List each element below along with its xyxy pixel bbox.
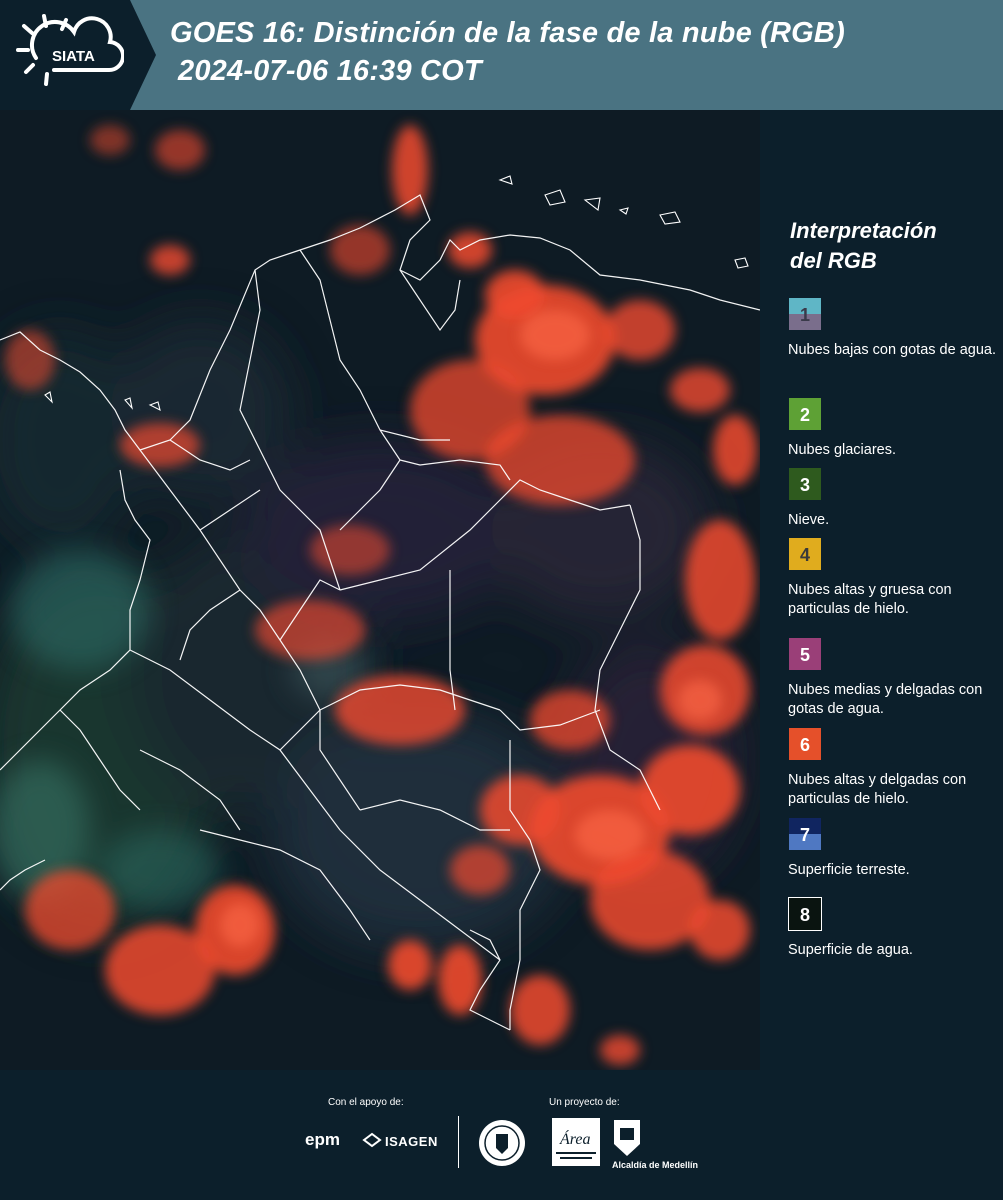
legend-item: 4 Nubes altas y gruesa con particulas de … <box>788 537 998 619</box>
legend-item: 7 Superficie terreste. <box>788 817 998 880</box>
legend-label: Nubes bajas con gotas de agua. <box>788 342 996 358</box>
legend-swatch: 7 <box>788 817 822 851</box>
legend-label: Nubes medias y delgadas con gotas de agu… <box>788 682 983 717</box>
legend-swatch: 8 <box>788 897 822 931</box>
project-label: Un proyecto de: <box>549 1097 620 1108</box>
antioquia-seal-icon <box>479 1120 525 1166</box>
legend-label: Nubes glaciares. <box>788 442 896 458</box>
title-line-1: GOES 16: Distinción de la fase de la nub… <box>170 17 845 49</box>
legend-swatch: 5 <box>788 637 822 671</box>
header-bar: SIATA GOES 16: Distinción de la fase de … <box>0 0 1003 110</box>
alcaldia-text: Alcaldía de Medellín <box>612 1160 699 1170</box>
legend-number: 7 <box>799 825 810 845</box>
legend-item: 2 Nubes glaciares. <box>788 397 998 460</box>
legend-swatch: 4 <box>788 537 822 571</box>
legend-label: Nubes altas y delgadas con particulas de… <box>788 772 967 807</box>
legend-number: 6 <box>799 735 810 755</box>
legend-panel: Interpretación del RGB 1 Nubes bajas con … <box>760 110 1003 1070</box>
legend-label: Nieve. <box>788 512 830 528</box>
legend-item: 5 Nubes medias y delgadas con gotas de ag… <box>788 637 998 719</box>
legend-number: 3 <box>799 475 810 495</box>
legend-swatch: 1 <box>788 297 822 331</box>
legend-title-line-2: del RGB <box>790 248 877 273</box>
legend-item: 6 Nubes altas y delgadas con particulas d… <box>788 727 998 809</box>
legend-number: 4 <box>799 545 810 565</box>
satellite-map <box>0 110 760 1070</box>
footer-divider <box>458 1116 459 1168</box>
title-line-2: 2024-07-06 16:39 COT <box>178 55 482 87</box>
isagen-logo-icon <box>362 1132 382 1148</box>
logo-arrow <box>130 0 156 110</box>
legend-title: Interpretación del RGB <box>790 216 937 276</box>
area-logo-text: Área <box>559 1129 591 1148</box>
legend-label: Superficie de agua. <box>788 942 913 958</box>
logo-block: SIATA <box>0 0 130 110</box>
siata-logo-text: SIATA <box>52 48 95 65</box>
legend-number: 1 <box>799 305 810 325</box>
legend-title-line-1: Interpretación <box>790 218 937 243</box>
legend-item: 8 Superficie de agua. <box>788 897 998 960</box>
footer: Con el apoyo de: Un proyecto de: epm ISA… <box>0 1070 1003 1200</box>
page-title: GOES 16: Distinción de la fase de la nub… <box>170 14 845 90</box>
legend-label: Nubes altas y gruesa con particulas de h… <box>788 582 952 617</box>
legend-item: 1 Nubes bajas con gotas de agua. <box>788 297 998 360</box>
legend-number: 2 <box>799 405 810 425</box>
legend-label: Superficie terreste. <box>788 862 910 878</box>
legend-number: 5 <box>799 645 810 665</box>
support-label: Con el apoyo de: <box>328 1097 404 1108</box>
legend-swatch: 3 <box>788 467 822 501</box>
legend-swatch: 2 <box>788 397 822 431</box>
area-metropolitana-logo-icon: Área <box>552 1118 600 1166</box>
legend-number: 8 <box>799 905 810 925</box>
siata-logo-icon: SIATA <box>16 14 124 86</box>
isagen-logo-text: ISAGEN <box>385 1134 438 1149</box>
satellite-image <box>0 110 760 1070</box>
legend-item: 3 Nieve. <box>788 467 998 530</box>
legend-swatch: 6 <box>788 727 822 761</box>
alcaldia-shield-icon <box>614 1120 640 1156</box>
epm-logo: epm <box>305 1130 340 1149</box>
